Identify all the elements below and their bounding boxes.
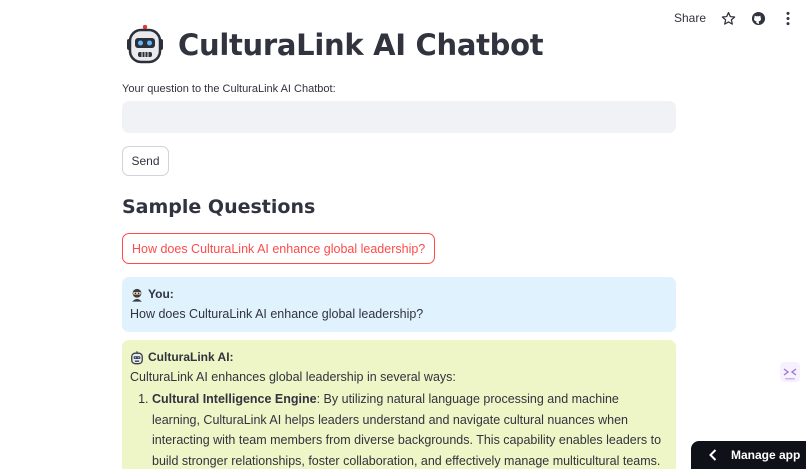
robot-icon	[126, 24, 164, 65]
user-message-sender: You:	[130, 286, 668, 303]
ai-message-intro: CulturaLink AI enhances global leadershi…	[130, 370, 456, 384]
top-toolbar: Share	[674, 8, 796, 28]
manage-app-label: Manage app	[731, 448, 801, 462]
ai-points-list: Cultural Intelligence Engine: By utilizi…	[130, 389, 668, 469]
feedback-widget-icon[interactable]	[779, 361, 801, 383]
user-message: You: How does CulturaLink AI enhance glo…	[122, 277, 676, 332]
page-title: CulturaLink AI Chatbot	[178, 28, 544, 62]
send-button[interactable]: Send	[122, 146, 169, 176]
page-header: CulturaLink AI Chatbot	[126, 24, 544, 65]
question-input[interactable]	[122, 101, 676, 133]
ai-point-title: Cultural Intelligence Engine	[152, 392, 317, 406]
share-button[interactable]: Share	[674, 11, 706, 25]
sample-question-button[interactable]: How does CulturaLink AI enhance global l…	[122, 233, 436, 264]
list-item: Cultural Intelligence Engine: By utilizi…	[152, 389, 668, 469]
user-ninja-icon	[132, 288, 142, 302]
user-message-text: How does CulturaLink AI enhance global l…	[130, 307, 424, 321]
chevron-left-icon	[709, 449, 717, 461]
ai-message: CulturaLink AI: CulturaLink AI enhances …	[122, 340, 676, 469]
manage-app-button[interactable]: Manage app	[691, 441, 806, 469]
github-icon[interactable]	[750, 10, 766, 26]
robot-face-icon	[131, 350, 143, 364]
more-vertical-icon[interactable]	[780, 10, 796, 26]
ai-message-sender: CulturaLink AI:	[130, 349, 668, 366]
ai-sender-label: CulturaLink AI:	[148, 350, 234, 364]
sample-questions-heading: Sample Questions	[122, 196, 316, 218]
question-input-label: Your question to the CulturaLink AI Chat…	[122, 83, 336, 95]
star-icon[interactable]	[720, 10, 736, 26]
user-sender-label: You:	[148, 287, 174, 301]
